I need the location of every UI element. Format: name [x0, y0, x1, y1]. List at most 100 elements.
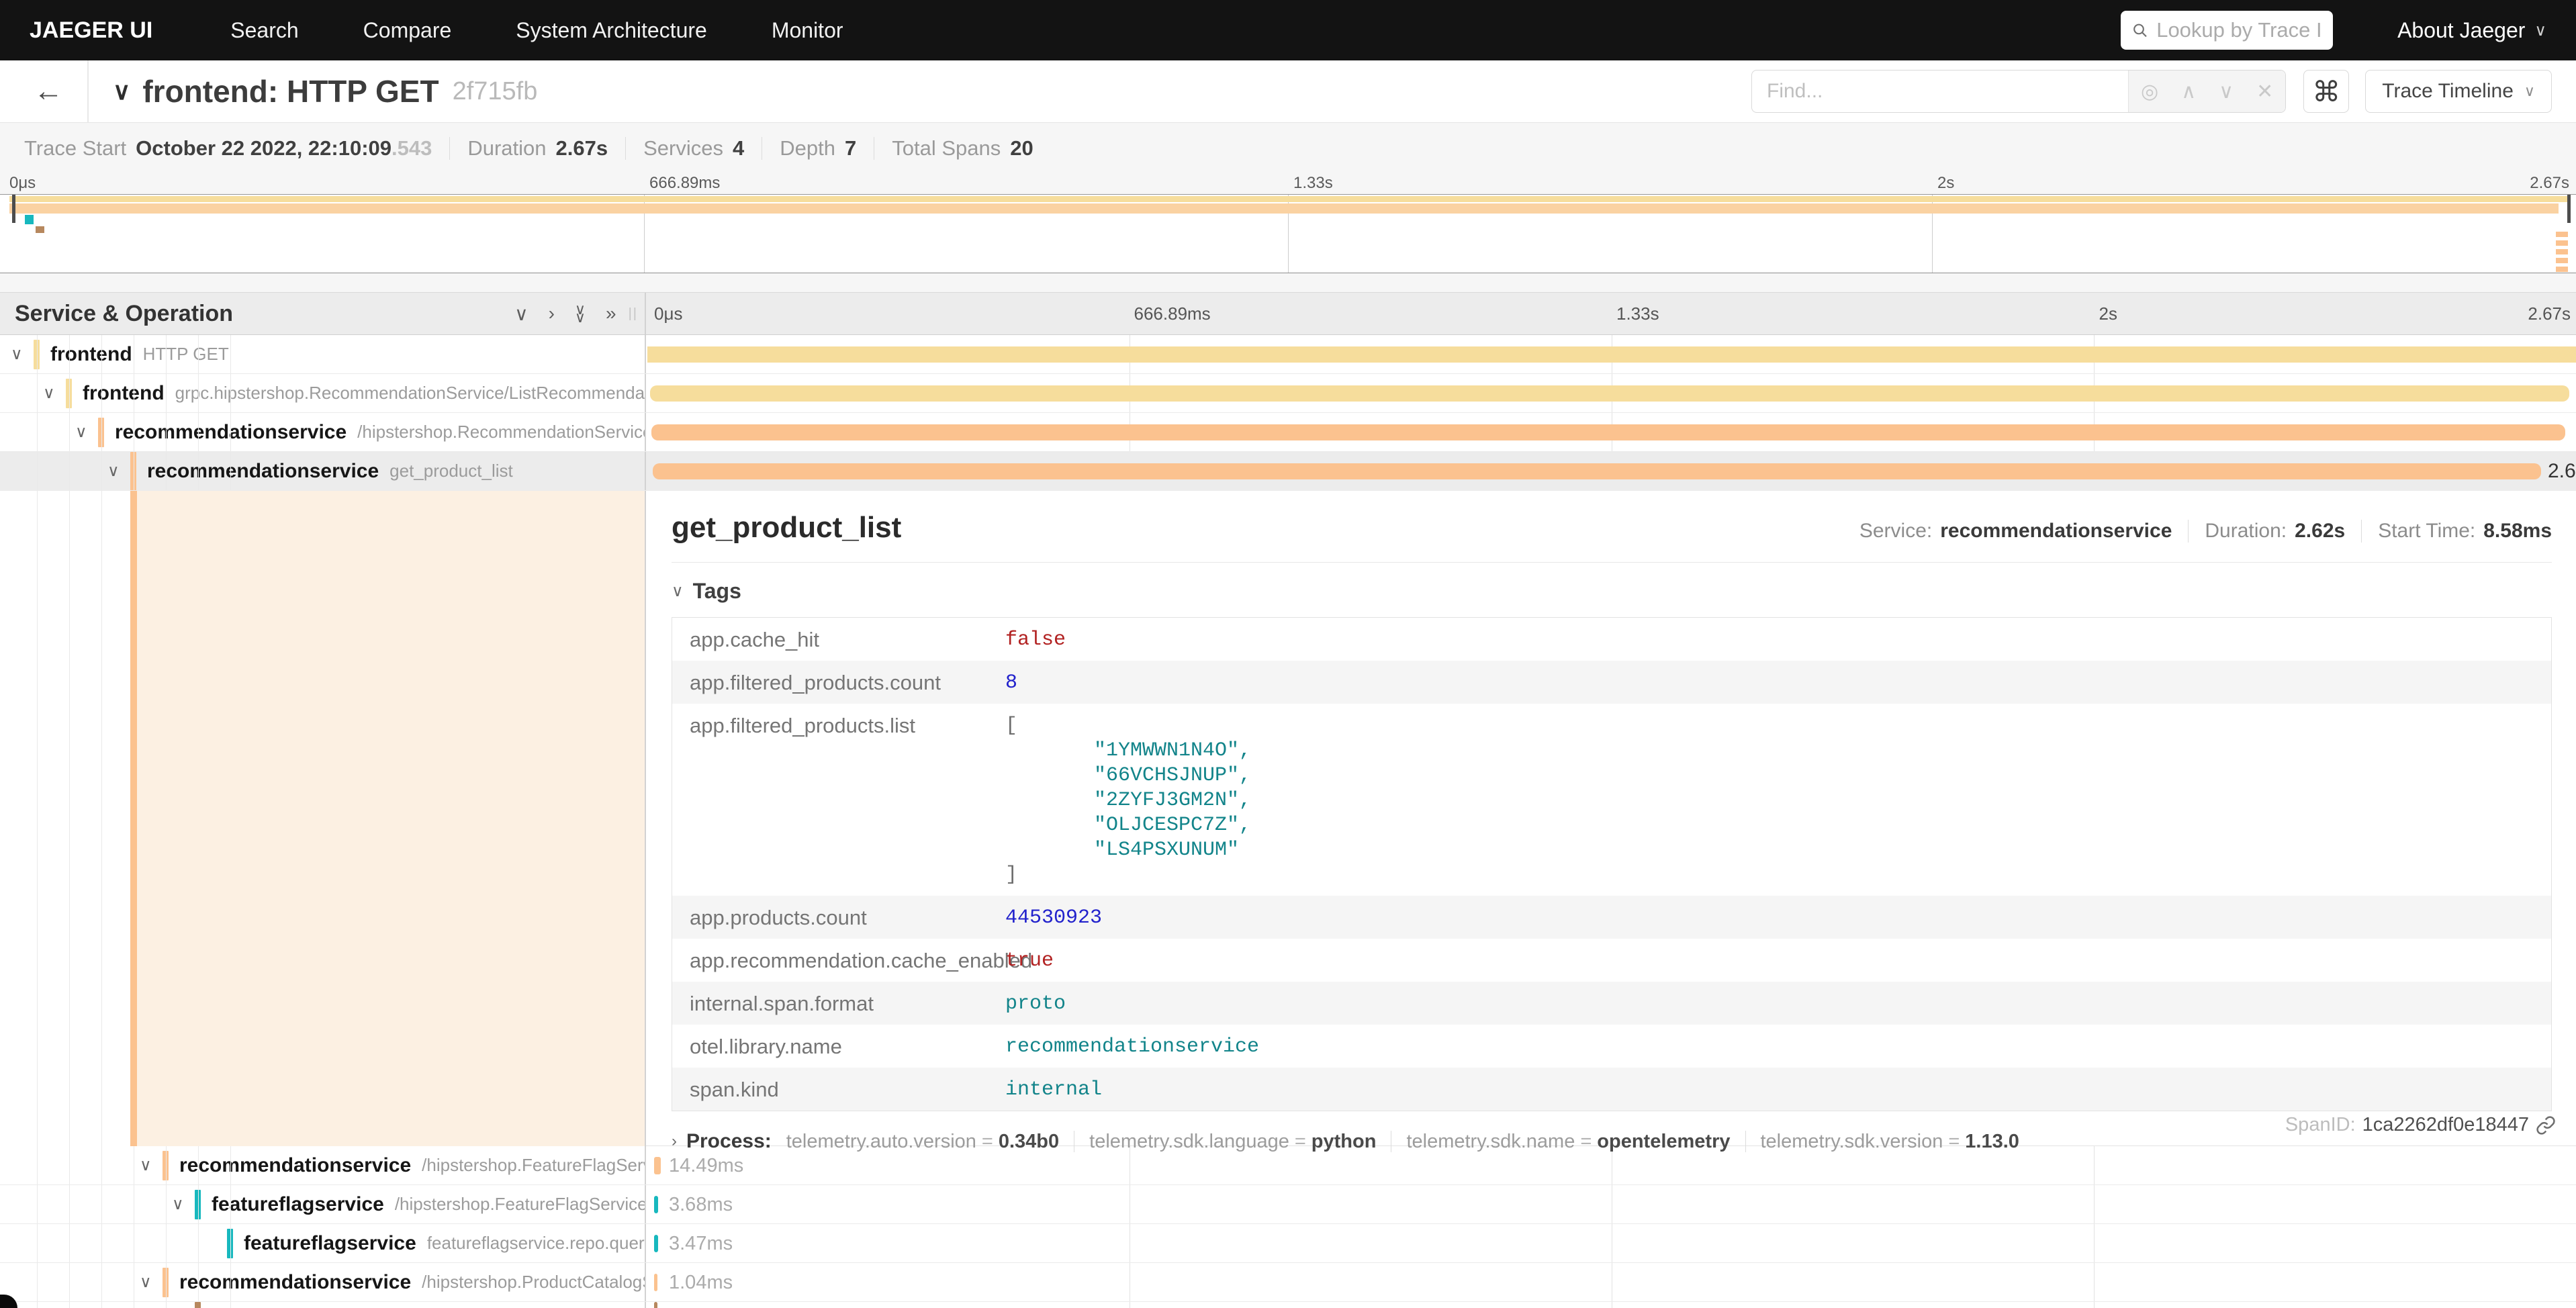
back-button[interactable]: ← [34, 75, 63, 108]
tag-value: 8 [1005, 669, 1017, 696]
minimap-span-bar [36, 226, 44, 233]
column-resize-grip[interactable]: || [629, 306, 638, 322]
trace-summary-band: Trace Start October 22 2022, 22:10:09 .5… [0, 122, 2576, 292]
span-duration-inline-label: 2.62s [2548, 460, 2576, 483]
link-icon[interactable] [2536, 1115, 2556, 1135]
tag-row[interactable]: app.filtered_products.count8 [672, 661, 2551, 704]
nav-item-compare[interactable]: Compare [363, 18, 452, 43]
trace-start-value: October 22 2022, 22:10:09 [136, 136, 392, 160]
tag-key: app.filtered_products.list [690, 712, 1005, 738]
span-rows-top: ∨frontendHTTP GET∨frontendgrpc.hipstersh… [0, 335, 2576, 491]
trace-collapse-caret[interactable]: ∨ [113, 77, 130, 105]
span-row[interactable]: ∨frontendHTTP GET [0, 335, 2576, 374]
span-duration-text: 3.68ms [669, 1194, 733, 1216]
clear-find-icon[interactable]: ✕ [2256, 80, 2273, 103]
span-duration-text: 14.49ms [669, 1155, 743, 1177]
span-operation-name: HTTP GET [143, 344, 229, 365]
search-icon [2131, 20, 2148, 40]
trace-id-lookup-input[interactable]: Lookup by Trace ID... [2121, 11, 2333, 50]
timeline-tick: 666.89ms [1134, 303, 1211, 324]
span-row[interactable]: ∨frontendgrpc.hipstershop.Recommendation… [0, 374, 2576, 413]
process-row[interactable]: › Process: telemetry.auto.version=0.34b0… [672, 1130, 2552, 1153]
service-label: Service: [1859, 520, 1932, 543]
trace-title-bar: ← ∨ frontend: HTTP GET 2f715fb Find... ◎… [0, 60, 2576, 122]
nav-item-monitor[interactable]: Monitor [772, 18, 843, 43]
span-timeline-cell[interactable] [646, 335, 2576, 373]
span-timeline-cell[interactable]: 1.04ms [646, 1263, 2576, 1301]
span-timeline-cell[interactable] [646, 374, 2576, 412]
process-field-key: telemetry.sdk.version [1761, 1131, 1943, 1153]
nav-item-search[interactable]: Search [230, 18, 298, 43]
about-jaeger-menu[interactable]: About Jaeger ∨ [2397, 18, 2546, 43]
span-operation-name: /hipstershop.FeatureFlagService… [422, 1155, 646, 1176]
span-collapse-caret[interactable]: ∨ [140, 1156, 163, 1175]
app-logo[interactable]: JAEGER UI [30, 17, 152, 44]
span-collapse-caret[interactable]: ∨ [43, 383, 66, 403]
tag-value: proto [1005, 990, 1066, 1017]
tags-section-toggle[interactable]: ∨ Tags [672, 579, 2552, 604]
keyboard-shortcuts-button[interactable]: ⌘ [2303, 70, 2349, 113]
tag-row[interactable]: app.filtered_products.list["1YMWWN1N4O",… [672, 704, 2551, 896]
chevron-right-icon: › [672, 1132, 677, 1151]
trace-view-selector[interactable]: Trace Timeline ∨ [2365, 70, 2552, 113]
tag-row[interactable]: app.recommendation.cache_enabledtrue [672, 939, 2551, 982]
expand-one-icon[interactable]: › [549, 303, 555, 324]
services-value: 4 [733, 136, 744, 160]
tag-row[interactable]: app.cache_hitfalse [672, 618, 2551, 661]
tag-row[interactable]: app.products.count44530923 [672, 896, 2551, 939]
span-bar[interactable] [653, 463, 2541, 479]
expand-all-icon[interactable]: » [606, 303, 616, 324]
tag-row[interactable]: internal.span.formatproto [672, 982, 2551, 1025]
span-row[interactable]: featureflagservicefeatureflagservice.rep… [0, 1224, 2576, 1263]
span-bar[interactable] [651, 424, 2565, 440]
span-collapse-caret[interactable]: ∨ [140, 1272, 163, 1292]
find-tools: ◎ ∧ ∨ ✕ [2128, 71, 2285, 112]
collapse-all-icon[interactable]: ∨∨ [575, 306, 586, 322]
span-collapse-caret[interactable]: ∨ [75, 422, 98, 442]
collapse-one-icon[interactable]: ∨ [514, 303, 528, 325]
prev-match-icon[interactable]: ∧ [2181, 80, 2196, 103]
span-row[interactable]: ∨recommendationservice/hipstershop.Produ… [0, 1263, 2576, 1302]
jaeger-trace-page: JAEGER UI Search Compare System Architec… [0, 0, 2576, 1308]
span-bar[interactable] [654, 1235, 658, 1252]
span-bar [654, 1302, 657, 1308]
divider [87, 60, 89, 122]
span-color-bar [66, 379, 72, 408]
timeline-tick: 2.67s [2528, 303, 2571, 324]
span-collapse-caret[interactable]: ∨ [172, 1195, 195, 1214]
span-timeline-cell[interactable]: 2.62s [646, 452, 2576, 490]
minimap-left-scrubber[interactable] [12, 195, 15, 223]
span-bar[interactable] [650, 385, 2569, 402]
timeline-minimap[interactable] [0, 194, 2576, 273]
nav-item-system-architecture[interactable]: System Architecture [516, 18, 707, 43]
span-timeline-cell[interactable] [646, 413, 2576, 451]
span-bar[interactable] [654, 1274, 657, 1291]
tag-key: span.kind [690, 1076, 1005, 1102]
span-bar[interactable] [654, 1196, 658, 1213]
span-timeline-cell[interactable]: 3.68ms [646, 1185, 2576, 1223]
next-match-icon[interactable]: ∨ [2219, 80, 2234, 103]
timeline-tick: 2s [2099, 303, 2117, 324]
span-collapse-caret[interactable]: ∨ [107, 461, 130, 481]
trace-summary: Trace Start October 22 2022, 22:10:09 .5… [0, 123, 2576, 174]
minimap-span-bar [2556, 232, 2568, 237]
find-input[interactable]: Find... [1752, 71, 2128, 112]
span-row-partial[interactable] [0, 1302, 2576, 1308]
span-bar[interactable] [654, 1157, 661, 1174]
minimap-right-scrubber[interactable] [2567, 195, 2571, 223]
span-timeline-cell[interactable]: 3.47ms [646, 1224, 2576, 1262]
span-row[interactable]: ∨recommendationservice/hipstershop.Recom… [0, 413, 2576, 452]
match-case-icon[interactable]: ◎ [2141, 80, 2158, 103]
span-detail-panel: get_product_list Service: recommendation… [646, 491, 2576, 1146]
span-row[interactable]: ∨featureflagservice/hipstershop.FeatureF… [0, 1185, 2576, 1224]
span-bar[interactable] [647, 346, 2576, 363]
total-spans-label: Total Spans [892, 136, 1001, 160]
tag-value: recommendationservice [1005, 1033, 1259, 1060]
span-row[interactable]: ∨recommendationserviceget_product_list2.… [0, 452, 2576, 491]
depth-label: Depth [780, 136, 835, 160]
tag-row[interactable]: span.kindinternal [672, 1068, 2551, 1111]
tag-value: ["1YMWWN1N4O","66VCHSJNUP","2ZYFJ3GM2N",… [1005, 712, 1251, 888]
tag-row[interactable]: otel.library.namerecommendationservice [672, 1025, 2551, 1068]
span-collapse-caret[interactable]: ∨ [11, 344, 34, 364]
process-field-value: 1.13.0 [1965, 1131, 2019, 1153]
